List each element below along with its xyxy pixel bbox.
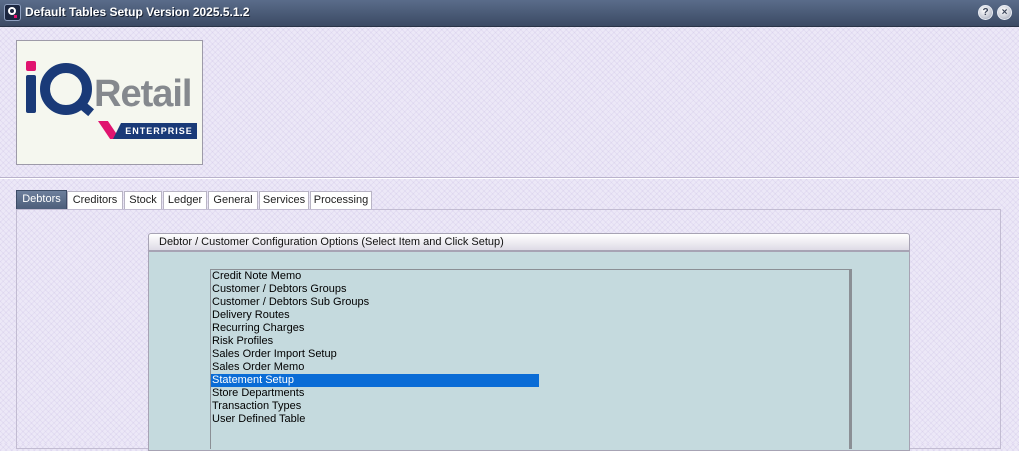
tab-general[interactable]: General [208,191,258,210]
logo-edition-text: ENTERPRISE [113,123,197,139]
close-button[interactable]: × [997,5,1012,20]
tab-ledger[interactable]: Ledger [163,191,207,210]
list-item-risk-profiles[interactable]: Risk Profiles [211,335,539,348]
config-options-header: Debtor / Customer Configuration Options … [148,233,910,251]
help-button[interactable]: ? [978,5,993,20]
list-item-customer-debtors-groups[interactable]: Customer / Debtors Groups [211,283,539,296]
list-item-sales-order-memo[interactable]: Sales Order Memo [211,361,539,374]
app-logo-icon [4,4,21,21]
list-item-recurring-charges[interactable]: Recurring Charges [211,322,539,335]
config-options-list[interactable]: Credit Note Memo Customer / Debtors Grou… [210,269,852,449]
tab-debtors[interactable]: Debtors [16,190,67,210]
list-item-statement-setup[interactable]: Statement Setup [211,374,539,387]
list-item-user-defined-table[interactable]: User Defined Table [211,413,539,426]
tab-stock[interactable]: Stock [124,191,162,210]
list-item-customer-debtors-sub-groups[interactable]: Customer / Debtors Sub Groups [211,296,539,309]
iq-retail-logo: Retail ENTERPRISE [16,40,203,165]
logo-brand-text: Retail [94,73,192,115]
list-item-store-departments[interactable]: Store Departments [211,387,539,400]
list-item-sales-order-import-setup[interactable]: Sales Order Import Setup [211,348,539,361]
logo-i-mark [24,61,38,115]
header-divider [0,177,1019,179]
tab-processing[interactable]: Processing [310,191,372,210]
list-item-delivery-routes[interactable]: Delivery Routes [211,309,539,322]
title-bar: Default Tables Setup Version 2025.5.1.2 … [0,0,1019,27]
list-item-transaction-types[interactable]: Transaction Types [211,400,539,413]
window-title: Default Tables Setup Version 2025.5.1.2 [25,5,250,19]
tab-creditors[interactable]: Creditors [67,191,123,210]
list-item-credit-note-memo[interactable]: Credit Note Memo [211,270,539,283]
tab-services[interactable]: Services [259,191,309,210]
